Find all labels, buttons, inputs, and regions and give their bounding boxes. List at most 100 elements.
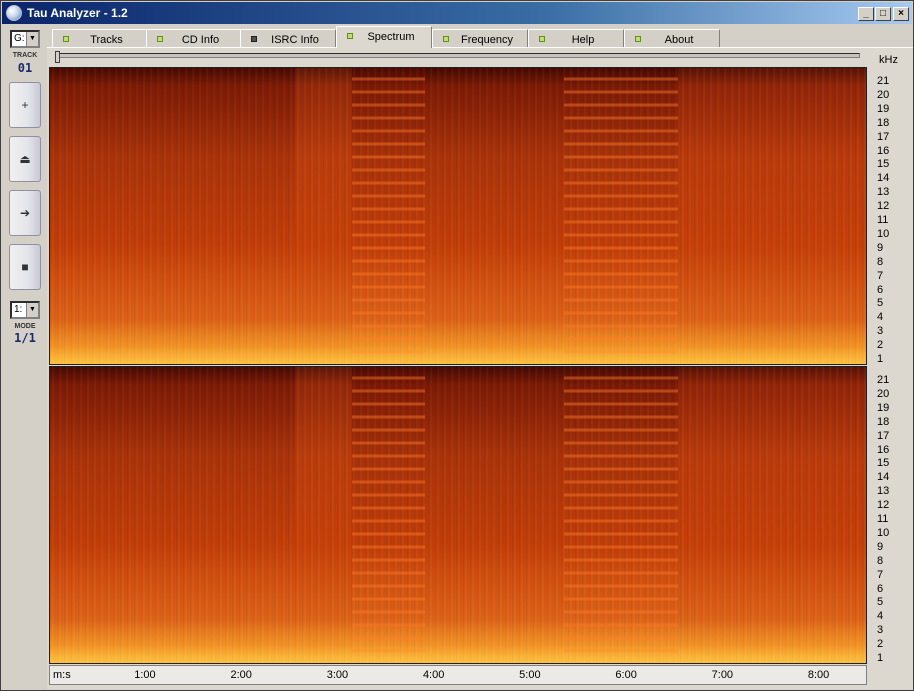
spectrogram-right-channel[interactable] [49,366,867,664]
freq-tick-label: 17 [877,429,890,442]
drive-value: G: [14,33,25,44]
tab-tracks[interactable]: Tracks [52,29,147,48]
app-window: Tau Analyzer - 1.2 _ □ × G: ▼ TRACK 01 +… [0,0,914,691]
time-tick-label: 2:00 [230,669,252,681]
tab-help[interactable]: Help [528,29,624,48]
tab-frequency[interactable]: Frequency [432,29,528,48]
spectrum-low-freq-glow [50,68,866,364]
time-tick-label: 7:00 [711,669,734,681]
freq-tick-label: 5 [877,297,884,310]
time-tick-label: 4:00 [422,669,445,681]
freq-tick-label: 19 [877,102,890,115]
chevron-down-icon[interactable]: ▼ [26,32,38,46]
freq-tick-label: 5 [877,596,884,609]
tab-bar: Tracks CD Info ISRC Info Spectrum Freque… [48,26,912,48]
freq-tick-label: 19 [877,401,890,414]
time-tick-label: 1:00 [134,669,156,681]
freq-tick-label: 16 [877,144,890,157]
minimize-button[interactable]: _ [858,7,874,21]
freq-tick-label: 11 [877,214,889,226]
spectrogram-left-channel[interactable] [49,67,867,365]
freq-tick-label: 1 [877,353,884,365]
arrow-right-icon: ➔ [19,206,31,220]
tab-spectrum[interactable]: Spectrum [336,26,432,48]
freq-tick-label: 7 [877,568,884,581]
track-number: 01 [17,61,33,75]
freq-tick-label: 21 [877,75,890,87]
freq-tick-label: 1 [877,652,884,664]
track-label: TRACK [12,52,38,59]
add-button[interactable]: + [9,82,41,128]
freq-tick-label: 21 [877,374,890,386]
mode-select-value: 1: [14,304,23,315]
freq-tick-label: 2 [877,339,884,352]
app-icon[interactable] [6,5,22,21]
freq-tick-label: 2 [877,638,884,651]
freq-tick-label: 6 [877,582,884,595]
close-button[interactable]: × [893,7,909,21]
freq-tick-label: 3 [877,624,884,637]
freq-tick-label: 8 [877,554,884,567]
left-toolbar: G: ▼ TRACK 01 + ⏏ ➔ ■ 1: ▼ MODE 1/1 [5,27,45,687]
spectrum-panel: kHz 21 20 19 18 17 16 15 14 13 12 11 10 9 8 7 6 5 4 3 2 1 21… [47,47,913,689]
freq-tick-label: 14 [877,172,890,185]
tab-about[interactable]: About [624,29,720,48]
tab-isrc-info[interactable]: ISRC Info [240,29,336,48]
mode-label: MODE [14,323,36,330]
plus-icon: + [21,98,29,112]
freq-tick-label: 10 [877,526,890,539]
freq-tick-label: 17 [877,130,890,143]
freq-tick-label: 9 [877,540,884,553]
freq-tick-label: 14 [877,471,890,484]
status-led-icon [63,36,69,42]
freq-tick-label: 9 [877,241,884,254]
time-tick-label: 5:00 [519,669,541,681]
freq-tick-label: 12 [877,200,890,213]
time-axis: m:s 1:00 2:00 3:00 4:00 5:00 6:00 7:00 8:00 [49,665,867,685]
freq-tick-label: 6 [877,283,884,296]
freq-tick-label: 18 [877,116,890,129]
drive-select[interactable]: G: ▼ [10,30,40,48]
window-title: Tau Analyzer - 1.2 [27,6,128,20]
status-led-icon [443,36,449,42]
eject-button[interactable]: ⏏ [9,136,41,182]
play-button[interactable]: ➔ [9,190,41,236]
status-led-icon [539,36,545,42]
status-led-icon [251,36,257,42]
khz-unit-label: kHz [879,54,898,66]
title-bar[interactable]: Tau Analyzer - 1.2 _ □ × [2,2,912,24]
status-led-icon [347,33,353,39]
freq-tick-label: 20 [877,88,890,101]
freq-tick-label: 7 [877,269,884,282]
freq-tick-label: 13 [877,186,890,199]
slider-thumb[interactable] [55,51,60,63]
freq-tick-label: 15 [877,457,890,470]
freq-tick-label: 11 [877,513,889,525]
mode-select[interactable]: 1: ▼ [10,301,40,319]
freq-tick-label: 8 [877,255,884,268]
freq-tick-label: 4 [877,610,884,623]
status-led-icon [157,36,163,42]
tab-cd-info[interactable]: CD Info [146,29,241,48]
time-tick-label: 8:00 [807,669,830,681]
maximize-button[interactable]: □ [875,7,891,21]
time-tick-label: 6:00 [615,669,637,681]
eject-icon: ⏏ [19,152,31,166]
time-tick-label: 3:00 [326,669,349,681]
freq-tick-label: 3 [877,325,884,338]
freq-tick-label: 18 [877,415,890,428]
stop-button[interactable]: ■ [9,244,41,290]
freq-tick-label: 12 [877,499,890,512]
freq-tick-label: 13 [877,485,890,498]
freq-tick-label: 4 [877,311,884,324]
spectrum-low-freq-glow [50,367,866,663]
mode-value: 1/1 [14,331,36,345]
freq-tick-label: 20 [877,387,890,400]
position-slider[interactable] [55,53,860,58]
freq-tick-label: 16 [877,443,890,456]
chevron-down-icon[interactable]: ▼ [26,303,38,317]
freq-tick-label: 10 [877,227,890,240]
stop-icon: ■ [21,260,29,274]
freq-tick-label: 15 [877,158,890,171]
time-unit-label: m:s [53,669,71,681]
